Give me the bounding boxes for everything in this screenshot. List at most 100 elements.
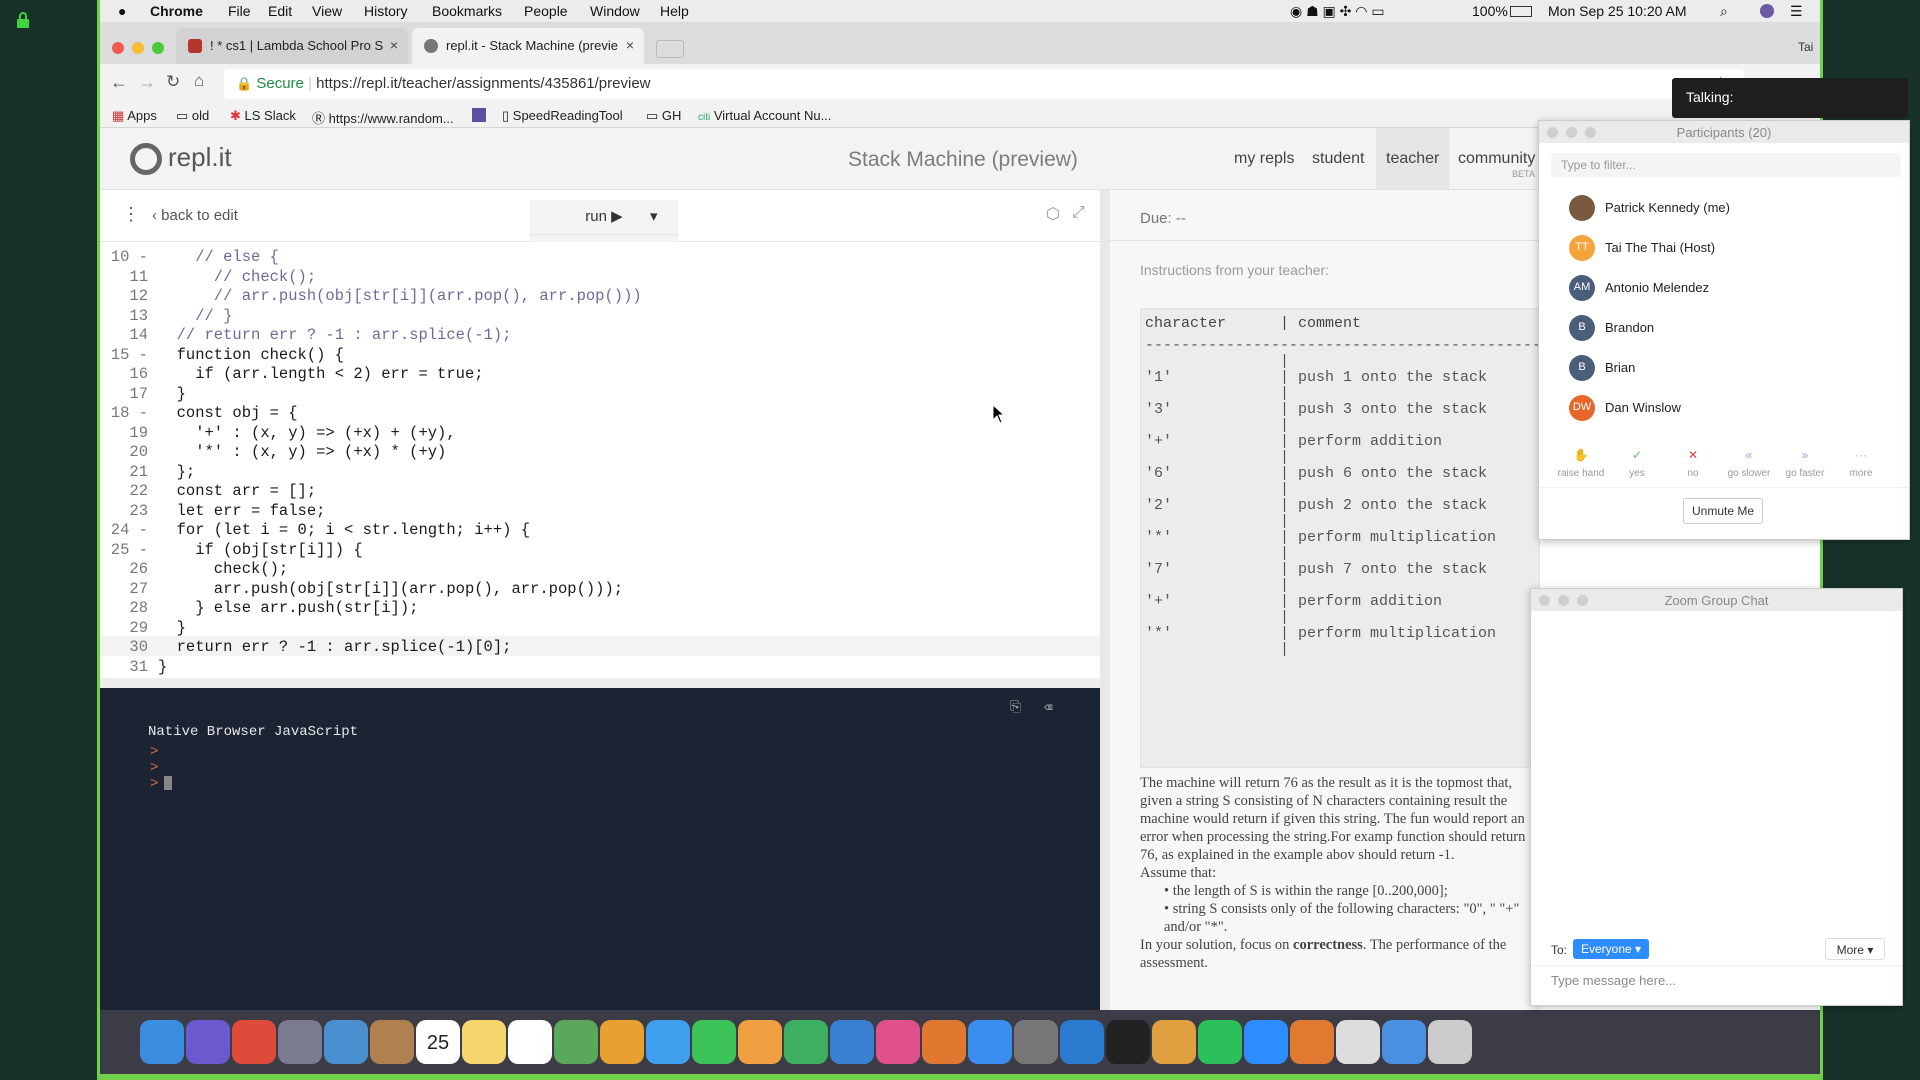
photos-icon[interactable] [600,1020,644,1064]
keynote-icon[interactable] [830,1020,874,1064]
package-icon[interactable]: ⬡ [1046,204,1060,224]
nav-teacher[interactable]: teacher [1376,128,1450,189]
profile-tab[interactable]: Tai [1798,40,1813,54]
code-line[interactable]: } [158,658,167,676]
code-line[interactable]: }; [158,463,196,481]
code-line[interactable]: } [158,385,186,403]
chrome-icon[interactable] [232,1020,276,1064]
documents-icon[interactable] [1336,1020,1380,1064]
reaction-yes-button[interactable]: ✓ yes [1609,446,1665,479]
code-line[interactable]: // return err ? -1 : arr.splice(-1); [158,326,512,344]
launchpad-icon[interactable] [278,1020,322,1064]
nav-student[interactable]: student [1312,150,1364,168]
code-editor[interactable]: 10 - // else {11 // check(); 12 // arr.pu… [100,242,1100,678]
console-clear-icon[interactable]: ⎘ [1010,700,1021,716]
close-tab-icon[interactable]: × [390,37,398,53]
zoom-window-button[interactable] [152,42,164,54]
status-icons[interactable]: ◉ ☗ ▣ ✣ ◠ ▭ [1290,3,1385,20]
maps-icon[interactable] [554,1020,598,1064]
itunes-icon[interactable] [876,1020,920,1064]
vscode-icon[interactable] [1060,1020,1104,1064]
pages-icon[interactable] [738,1020,782,1064]
reminders-icon[interactable] [508,1020,552,1064]
reload-icon[interactable]: ↻ [166,72,180,92]
ibooks-icon[interactable] [922,1020,966,1064]
nav-my-repls[interactable]: my repls [1234,150,1294,168]
siri-menu-icon[interactable] [1760,4,1774,18]
zoom-icon[interactable] [1244,1020,1288,1064]
contacts-icon[interactable] [370,1020,414,1064]
messages-icon[interactable] [646,1020,690,1064]
numbers-icon[interactable] [784,1020,828,1064]
code-line[interactable]: '+' : (x, y) => (+x) + (+y), [158,424,455,442]
forward-arrow-icon[interactable]: → [138,72,156,93]
menu-window[interactable]: Window [590,3,640,19]
replit-logo[interactable]: repl.it [130,142,232,176]
chat-more-button[interactable]: More ▾ [1825,938,1885,960]
spotlight-icon[interactable]: ⌕ [1720,3,1728,20]
close-window-button[interactable] [112,42,124,54]
console-erase-icon[interactable]: ⌫ [1044,700,1052,717]
code-line[interactable]: return err ? -1 : arr.splice(-1)[0]; [158,638,512,656]
run-button[interactable]: run ▶ ▾ [530,200,678,234]
bookmark-virtual-account[interactable]: citi Virtual Account Nu... [698,108,831,123]
code-line[interactable]: if (arr.length < 2) err = true; [158,365,483,383]
reaction-go-faster-button[interactable]: » go faster [1777,446,1833,479]
minimize-window-button[interactable] [1558,595,1569,606]
code-line[interactable]: } [158,619,186,637]
reaction-more-button[interactable]: ··· more [1833,446,1889,479]
notes-icon[interactable] [462,1020,506,1064]
reaction-raise-hand-button[interactable]: ✋ raise hand [1553,446,1609,479]
menu-app-name[interactable]: Chrome [150,3,203,19]
expand-icon[interactable]: ⤢ [1072,204,1085,222]
apple-icon[interactable]: ● [118,3,126,19]
menu-view[interactable]: View [312,3,342,19]
code-line[interactable]: // check(); [158,268,316,286]
new-tab-button[interactable] [656,40,684,58]
menu-edit[interactable]: Edit [268,3,292,19]
close-tab-icon[interactable]: × [626,37,634,53]
code-line[interactable]: // arr.push(obj[str[i]](arr.pop(), arr.p… [158,287,642,305]
sketch-icon[interactable] [1152,1020,1196,1064]
menu-clock[interactable]: Mon Sep 25 10:20 AM [1548,3,1687,19]
code-line[interactable]: for (let i = 0; i < str.length; i++) { [158,521,530,539]
chat-message-input[interactable]: Type message here... [1551,973,1676,988]
sublime-icon[interactable] [1290,1020,1334,1064]
minimize-window-button[interactable] [1566,127,1577,138]
bookmark-speedreading[interactable]: ▯ SpeedReadingTool [502,108,623,124]
back-arrow-icon[interactable]: ← [110,72,128,93]
calendar-icon[interactable]: 25 [416,1020,460,1064]
code-line[interactable]: const obj = { [158,404,298,422]
chat-recipient-dropdown[interactable]: Everyone ▾ [1573,939,1650,959]
bookmark-gh[interactable]: ▭ GH [646,108,681,124]
menu-people[interactable]: People [524,3,568,19]
bookmark-unnamed[interactable] [472,108,486,122]
nav-community[interactable]: community [1458,150,1535,168]
menu-file[interactable]: File [228,3,251,19]
bookmark-random[interactable]: Ⓡ https://www.random... [312,108,454,127]
code-line[interactable]: } else arr.push(str[i]); [158,599,418,617]
code-line[interactable]: arr.push(obj[str[i]](arr.pop(), arr.pop(… [158,580,623,598]
facetime-icon[interactable] [692,1020,736,1064]
console[interactable]: ⎘ ⌫ Native Browser JavaScript > > > [100,688,1100,1010]
code-line[interactable]: if (obj[str[i]]) { [158,541,362,559]
pane-resize-handle[interactable] [100,678,1100,688]
tab-replit[interactable]: repl.it - Stack Machine (previe × [412,28,644,64]
bookmark-old[interactable]: ▭ old [176,108,209,124]
reaction-go-slower-button[interactable]: « go slower [1721,446,1777,479]
tab-lambda[interactable]: ! * cs1 | Lambda School Pro S × [176,28,408,64]
appstore-icon[interactable] [968,1020,1012,1064]
bookmark-apps[interactable]: ▦ Apps [112,108,157,124]
omnibox[interactable]: 🔒 Secure | https://repl.it/teacher/assig… [224,69,1744,99]
terminal-icon[interactable] [1106,1020,1150,1064]
code-line[interactable]: // } [158,307,232,325]
battery-icon[interactable] [1510,6,1532,17]
unmute-button[interactable]: Unmute Me [1683,498,1763,524]
bookmark-ls-slack[interactable]: ✱ LS Slack [230,108,296,124]
participant-filter-input[interactable]: Type to filter... [1551,153,1901,177]
menu-history[interactable]: History [364,3,408,19]
notification-center-icon[interactable]: ☰ [1790,3,1803,20]
vertical-resize-handle[interactable] [1100,190,1110,1010]
trash-icon[interactable] [1428,1020,1472,1064]
menu-help[interactable]: Help [660,3,689,19]
